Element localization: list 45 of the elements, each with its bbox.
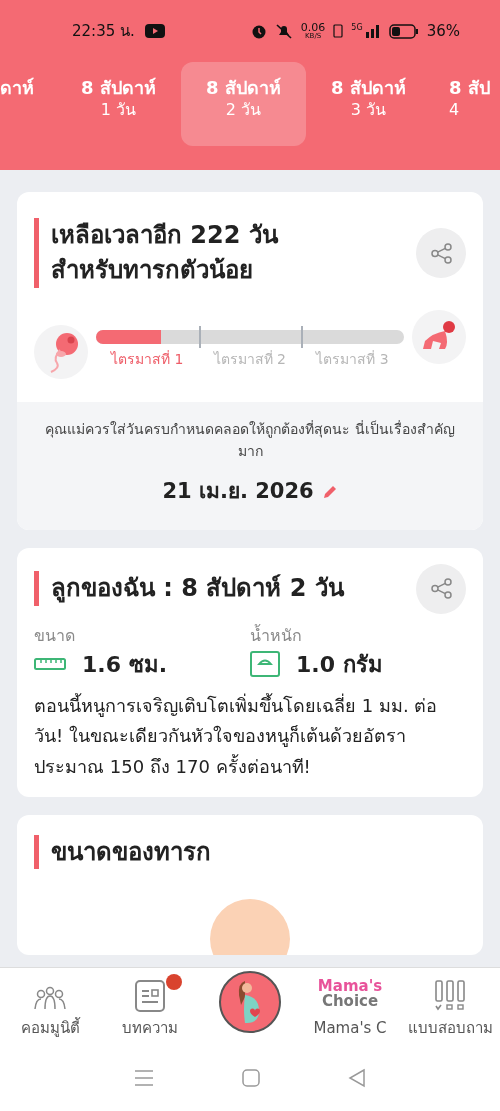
nav-item[interactable]: Mama's Choice Mama's C	[300, 968, 400, 1045]
nav-item[interactable]: คอมมูนิตี้	[0, 968, 100, 1045]
week-tab[interactable]: 8 สัปดาห์ 3 วัน	[306, 62, 431, 146]
battery-icon	[388, 23, 419, 39]
baby-size-title: ขนาดของทารก	[34, 834, 466, 870]
logo-text: Mama's	[317, 978, 383, 994]
share-icon	[428, 240, 454, 266]
trimester-label: ไตรมาสที่ 2	[212, 349, 287, 369]
alarm-icon	[250, 23, 267, 39]
back-icon[interactable]	[348, 1068, 366, 1088]
week-tab[interactable]: 8 สัปดาห์ 2 วัน	[181, 62, 306, 146]
menu-icon[interactable]	[134, 1069, 154, 1087]
video-app-icon	[144, 24, 165, 38]
week-tab[interactable]: 8 สัป 4	[431, 62, 490, 146]
share-button[interactable]	[416, 228, 466, 278]
scale-icon	[250, 651, 280, 678]
baby-description: ตอนนี้หนูการเจริญเติบโตเพิ่มขึ้นโดยเฉลี่ย 1 มม. ต่อวัน! ในขณะเดียวกันหัวใจของหนูก็เต้นด้วยอัตราประมาณ 150 ถึง 170 ครั้งต่อนาที!	[34, 692, 439, 780]
home-icon[interactable]	[242, 1069, 260, 1087]
due-date-hint: คุณแม่ควรใส่วันครบกำหนดคลอดให้ถูกต้องที่สุดนะ นี่เป็นเรื่องสำคัญมาก	[44, 419, 456, 461]
muted-bell-icon	[274, 23, 293, 39]
battery-percent: 36%	[426, 20, 460, 42]
week-tab[interactable]: 8 สัปดาห์ 1 วัน	[56, 62, 181, 146]
stat-label: ขนาด	[34, 624, 76, 647]
network-type: 5G	[351, 21, 363, 34]
trimester-label: ไตรมาสที่ 3	[314, 349, 390, 369]
stat-value: 1.6 ซม.	[82, 650, 167, 679]
baby-title: ลูกของฉัน : 8 สัปดาห์ 2 วัน	[34, 571, 344, 607]
logo-text: Choice	[320, 993, 380, 1009]
stat-value: 1.0 กรัม	[296, 650, 383, 679]
quiz-icon	[434, 978, 466, 1013]
network-speed: 0.06	[300, 22, 326, 33]
nav-item[interactable]: แบบสอบถาม	[400, 968, 500, 1045]
article-icon	[134, 978, 166, 1013]
pencil-icon[interactable]	[321, 484, 338, 501]
share-button[interactable]	[416, 563, 466, 614]
trimester-label: ไตรมาสที่ 1	[109, 349, 185, 369]
stat-label: น้ำหนัก	[250, 623, 303, 647]
clock-time: 22:35 น.	[72, 20, 135, 42]
due-date: 21 เม.ย. 2026	[162, 478, 314, 506]
signal-icon	[364, 24, 381, 38]
countdown-title: เหลือเวลาอีก 222 วัน สำหรับทารกตัวน้อย	[34, 218, 334, 288]
share-icon	[428, 576, 454, 602]
nav-item[interactable]: บทความ	[100, 968, 200, 1045]
week-tab[interactable]: ดาห์	[0, 62, 56, 146]
ruler-icon	[34, 656, 66, 673]
